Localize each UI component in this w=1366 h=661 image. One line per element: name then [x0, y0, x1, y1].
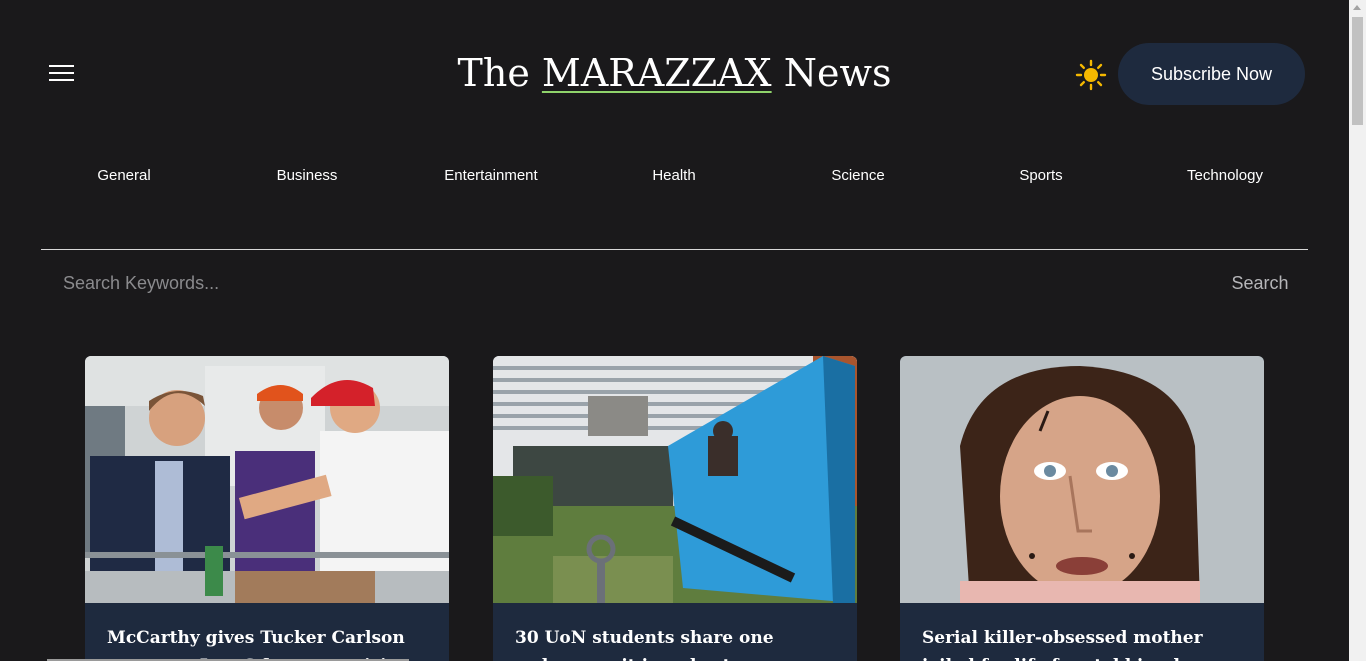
scrollbar[interactable]: [1349, 0, 1366, 661]
title-prefix: The: [457, 51, 542, 95]
article-card[interactable]: Serial killer-obsessed mother jailed for…: [900, 356, 1264, 661]
scrollbar-thumb[interactable]: [1352, 17, 1363, 125]
article-headline: 30 UoN students share one cadaver as it …: [515, 628, 774, 661]
article-image: [85, 356, 449, 603]
article-image: [493, 356, 857, 603]
category-general[interactable]: General: [97, 167, 150, 184]
category-sports[interactable]: Sports: [1019, 167, 1062, 184]
category-nav: General Business Entertainment Health Sc…: [0, 167, 1349, 191]
article-card[interactable]: 30 UoN students share one cadaver as it …: [493, 356, 857, 661]
category-technology[interactable]: Technology: [1187, 167, 1263, 184]
category-entertainment[interactable]: Entertainment: [444, 167, 537, 184]
category-science[interactable]: Science: [831, 167, 884, 184]
divider: [41, 249, 1308, 250]
sun-icon[interactable]: [1075, 59, 1107, 91]
article-headline: Serial killer-obsessed mother jailed for…: [922, 628, 1206, 661]
site-header: The MARAZZAX News Subscribe Now: [0, 0, 1349, 150]
category-business[interactable]: Business: [277, 167, 338, 184]
article-image: [900, 356, 1264, 603]
article-card[interactable]: McCarthy gives Tucker Carlson access to …: [85, 356, 449, 661]
page: The MARAZZAX News Subscribe Now General: [0, 0, 1349, 661]
title-suffix: News: [771, 51, 892, 95]
scroll-up-icon[interactable]: [1353, 5, 1361, 10]
search-input[interactable]: [41, 265, 1191, 301]
search-button[interactable]: Search: [1225, 269, 1295, 297]
title-brand: MARAZZAX: [541, 51, 772, 95]
subscribe-button[interactable]: Subscribe Now: [1118, 43, 1305, 105]
article-headline: McCarthy gives Tucker Carlson access to …: [107, 628, 411, 661]
category-health[interactable]: Health: [652, 167, 695, 184]
